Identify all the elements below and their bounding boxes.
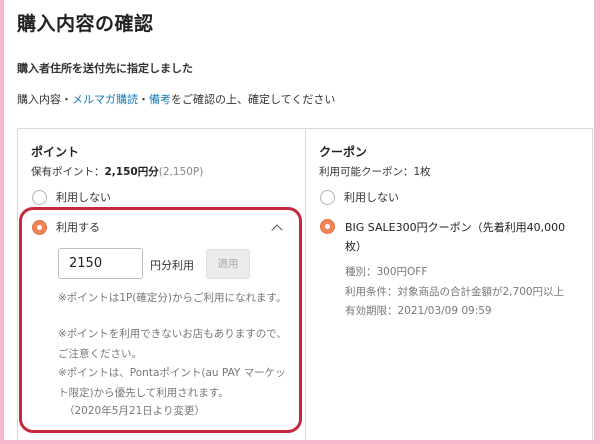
coupon-type: 種別：300円OFF	[345, 266, 428, 278]
points-balance-label: 保有ポイント：	[31, 166, 105, 178]
newsletter-link[interactable]: メルマガ購読	[72, 93, 138, 106]
points-note-4: （2020年5月21日より変更）	[64, 405, 206, 417]
points-balance: 保有ポイント：2,150円分(2,150P)	[31, 164, 203, 179]
instructions-prefix: 購入内容・	[17, 93, 72, 106]
radio-button[interactable]	[32, 189, 47, 205]
apply-points-button[interactable]: 適用	[206, 249, 250, 279]
coupon-condition: 利用条件：対象商品の合計金額が2,700円以上	[345, 286, 565, 298]
coupon-title: BIG SALE300円クーポン（先着利用40,000枚）	[345, 221, 566, 253]
points-option-no[interactable]: 利用しない	[32, 189, 111, 205]
coupon-option-no[interactable]: 利用しない	[320, 189, 399, 205]
points-unit-label: 円分利用	[150, 259, 194, 272]
radio-button-selected[interactable]	[320, 219, 335, 234]
address-notice: 購入者住所を送付先に指定しました	[17, 62, 193, 75]
radio-button[interactable]	[320, 189, 335, 205]
coupon-option-no-label: 利用しない	[344, 191, 399, 204]
points-balance-value: 2,150円分	[104, 166, 159, 178]
points-note-1: ※ポイントは1P(確定分)からご利用になれます。	[58, 292, 287, 304]
points-note-3: ※ポイントは、Pontaポイント(au PAY マーケット限定)から優先して利用…	[58, 367, 286, 399]
page-frame: 購入内容の確認 購入者住所を送付先に指定しました 購入内容・メルマガ購読・備考を…	[4, 0, 594, 441]
points-note-2: ※ポイントを利用できないお店もありますので、ご注意ください。	[58, 328, 287, 360]
instructions-separator: ・	[138, 93, 149, 106]
coupon-expiry: 有効期限：2021/03/09 09:59	[345, 305, 492, 317]
coupon-heading: クーポン	[319, 145, 368, 159]
coupon-option-selected[interactable]	[320, 219, 344, 234]
points-option-yes-label: 利用する	[56, 221, 100, 234]
coupon-available: 利用可能クーポン：1枚	[319, 166, 431, 178]
instructions-suffix: をご確認の上、確定してください	[171, 93, 336, 106]
panel-divider	[305, 129, 306, 441]
points-option-yes[interactable]: 利用する	[32, 219, 100, 235]
points-balance-raw: (2,150P)	[158, 166, 204, 178]
points-heading: ポイント	[31, 145, 80, 159]
points-amount-input[interactable]	[58, 248, 143, 279]
remarks-link[interactable]: 備考	[149, 93, 171, 106]
instructions-text: 購入内容・メルマガ購読・備考をご確認の上、確定してください	[17, 91, 335, 107]
points-option-no-label: 利用しない	[56, 191, 111, 204]
page-title: 購入内容の確認	[17, 13, 154, 35]
radio-button-selected[interactable]	[32, 219, 47, 235]
